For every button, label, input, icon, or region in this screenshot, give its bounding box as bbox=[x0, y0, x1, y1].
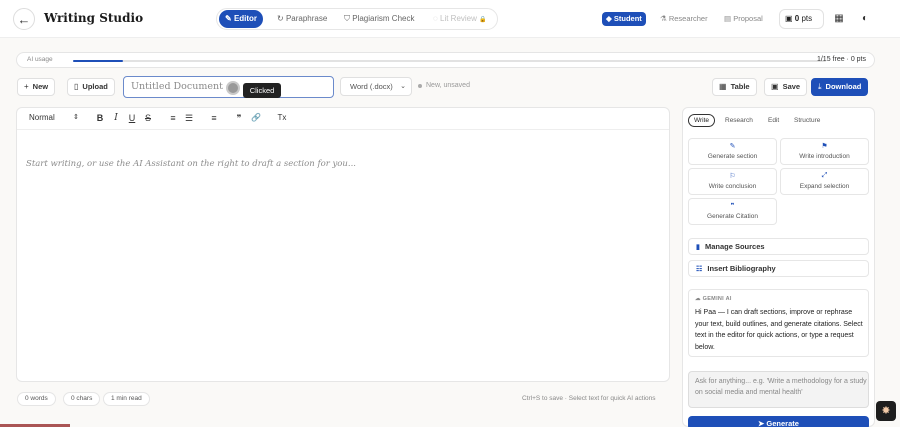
role-researcher[interactable]: ⚗ Researcher bbox=[656, 12, 712, 26]
manage-sources-button[interactable]: ▮ Manage Sources bbox=[688, 238, 869, 255]
ai-assistant-panel: Write Research Edit Structure ✎ Generate… bbox=[682, 107, 875, 427]
ai-label: ☁ GEMINI AI bbox=[695, 296, 732, 302]
tab-edit[interactable]: Edit bbox=[762, 114, 785, 127]
download-icon: ⤓ bbox=[818, 82, 822, 91]
assistant-launcher-icon[interactable]: ✸ bbox=[876, 401, 896, 421]
expand-icon: ⤢ bbox=[821, 172, 828, 179]
pen-icon: ✎ bbox=[729, 143, 736, 150]
save-status: New, unsaved bbox=[426, 82, 470, 89]
bullet-list-icon[interactable]: ☰ bbox=[183, 113, 195, 124]
align-icon[interactable]: ≡ bbox=[208, 113, 220, 123]
theme-toggle-icon[interactable]: ◐ bbox=[858, 11, 872, 25]
tab-editor[interactable]: ✎ Editor bbox=[219, 10, 264, 28]
tab-write[interactable]: Write bbox=[688, 114, 716, 127]
document-icon: ▤ bbox=[724, 14, 732, 23]
chevron-down-icon: ⌄ bbox=[400, 83, 406, 90]
editor-toolbar: Normal ⇕ B I U S ≡ ☰ ≡ ❞ 🔗 Tx bbox=[17, 108, 669, 130]
save-icon: ▣ bbox=[771, 82, 779, 91]
points-chip[interactable]: ▣ 0 pts bbox=[779, 9, 824, 29]
tab-structure[interactable]: Structure bbox=[788, 114, 826, 127]
flag-outline-icon: ⚐ bbox=[729, 173, 736, 180]
strikethrough-icon[interactable]: S bbox=[142, 113, 154, 123]
clicked-tooltip: Clicked bbox=[243, 83, 281, 98]
table-button[interactable]: ▦ Table bbox=[712, 78, 757, 96]
read-time: 1 min read bbox=[103, 392, 150, 406]
tab-plagiarism-check[interactable]: ⛉ Plagiarism Check bbox=[338, 10, 420, 28]
char-count: 0 chars bbox=[63, 392, 101, 406]
usage-fill bbox=[73, 60, 124, 62]
tab-paraphrase[interactable]: ↻ Paraphrase bbox=[271, 10, 333, 28]
expand-selection-button[interactable]: ⤢ Expand selection bbox=[780, 168, 869, 195]
document-title-placeholder: Untitled Document bbox=[131, 81, 223, 92]
ask-input[interactable]: Ask for anything... e.g. 'Write a method… bbox=[688, 371, 869, 408]
lock-icon: 🔒 bbox=[479, 17, 487, 23]
document-title-field[interactable]: Untitled Document bbox=[123, 76, 334, 98]
table-icon: ▦ bbox=[719, 82, 727, 91]
top-bar: ← Writing Studio ✎ Editor ↻ Paraphrase ⛉… bbox=[0, 0, 900, 38]
clear-format-icon[interactable]: Tx bbox=[276, 113, 288, 122]
download-button[interactable]: ⤓ Download bbox=[811, 78, 869, 96]
graduation-cap-icon: ◆ bbox=[606, 14, 612, 23]
ordered-list-icon[interactable]: ≡ bbox=[167, 113, 179, 123]
role-proposal[interactable]: ▤ Proposal bbox=[720, 12, 767, 26]
refresh-icon: ↻ bbox=[277, 14, 284, 23]
send-icon: ➤ bbox=[758, 419, 765, 427]
back-button[interactable]: ← bbox=[13, 8, 35, 30]
status-dot-icon bbox=[418, 84, 422, 88]
footer-hint: Ctrl+S to save · Select text for quick A… bbox=[522, 395, 656, 402]
mode-tabs: ✎ Editor ↻ Paraphrase ⛉ Plagiarism Check… bbox=[216, 8, 498, 30]
style-select[interactable]: Normal ⇕ bbox=[29, 113, 79, 122]
editor-placeholder: Start writing, or use the AI Assistant o… bbox=[26, 159, 356, 169]
click-indicator bbox=[226, 81, 240, 95]
write-introduction-button[interactable]: ⚑ Write introduction bbox=[780, 138, 869, 165]
points-value: 0 bbox=[794, 14, 800, 23]
format-select[interactable]: Word (.docx) ⌄ bbox=[340, 77, 412, 96]
write-conclusion-button[interactable]: ⚐ Write conclusion bbox=[688, 168, 777, 195]
underline-icon[interactable]: U bbox=[126, 113, 138, 123]
quote-icon[interactable]: ❞ bbox=[233, 113, 245, 124]
plus-icon: + bbox=[24, 82, 29, 91]
tab-research[interactable]: Research bbox=[719, 114, 759, 127]
ai-message: Hi Paa — I can draft sections, improve o… bbox=[695, 309, 863, 351]
insert-bibliography-button[interactable]: ☷ Insert Bibliography bbox=[688, 260, 869, 277]
generate-button[interactable]: ➤ Generate bbox=[688, 416, 869, 427]
new-button[interactable]: + New bbox=[17, 78, 56, 96]
shield-icon: ⛉ bbox=[344, 14, 350, 23]
cloud-icon: ☁ bbox=[695, 296, 701, 302]
app-title: Writing Studio bbox=[44, 11, 144, 25]
ai-message-card: ☁ GEMINI AI Hi Paa — I can draft section… bbox=[688, 289, 869, 357]
flag-icon: ⚑ bbox=[821, 143, 828, 150]
usage-label: AI usage bbox=[27, 56, 53, 63]
pencil-icon: ✎ bbox=[225, 14, 232, 23]
arrow-left-icon: ← bbox=[17, 11, 31, 27]
generate-section-button[interactable]: ✎ Generate section bbox=[688, 138, 777, 165]
editor[interactable]: Normal ⇕ B I U S ≡ ☰ ≡ ❞ 🔗 Tx Start writ… bbox=[16, 107, 670, 382]
points-icon: ▣ bbox=[785, 14, 793, 23]
upload-icon: ▯ bbox=[74, 82, 79, 91]
ask-placeholder: Ask for anything... e.g. 'Write a method… bbox=[695, 378, 867, 396]
role-student[interactable]: ◆ Student bbox=[602, 12, 646, 26]
save-button[interactable]: ▣ Save bbox=[764, 78, 808, 96]
word-count: 0 words bbox=[17, 392, 56, 406]
tab-lit-review[interactable]: ◌ Lit Review 🔒 bbox=[427, 10, 493, 28]
generate-citation-button[interactable]: ❞ Generate Citation bbox=[688, 198, 777, 225]
ai-usage-bar: AI usage 1/15 free · 0 pts bbox=[16, 52, 875, 68]
flask-icon: ⚗ bbox=[660, 14, 667, 23]
usage-track bbox=[73, 60, 826, 62]
upload-button[interactable]: ▯ Upload bbox=[67, 78, 115, 96]
link-icon[interactable]: 🔗 bbox=[250, 113, 262, 122]
quote-icon: ❞ bbox=[730, 203, 735, 210]
book-icon: ▮ bbox=[696, 244, 700, 251]
usage-free-count: 1/15 free · 0 pts bbox=[816, 56, 866, 63]
points-unit: pts bbox=[801, 14, 813, 23]
circle-icon: ◌ bbox=[433, 14, 438, 23]
inbox-icon[interactable]: ▦ bbox=[832, 11, 846, 25]
list-icon: ☷ bbox=[696, 266, 703, 273]
sort-arrows-icon: ⇕ bbox=[73, 114, 79, 121]
bold-icon[interactable]: B bbox=[94, 113, 106, 123]
italic-icon[interactable]: I bbox=[110, 113, 122, 123]
